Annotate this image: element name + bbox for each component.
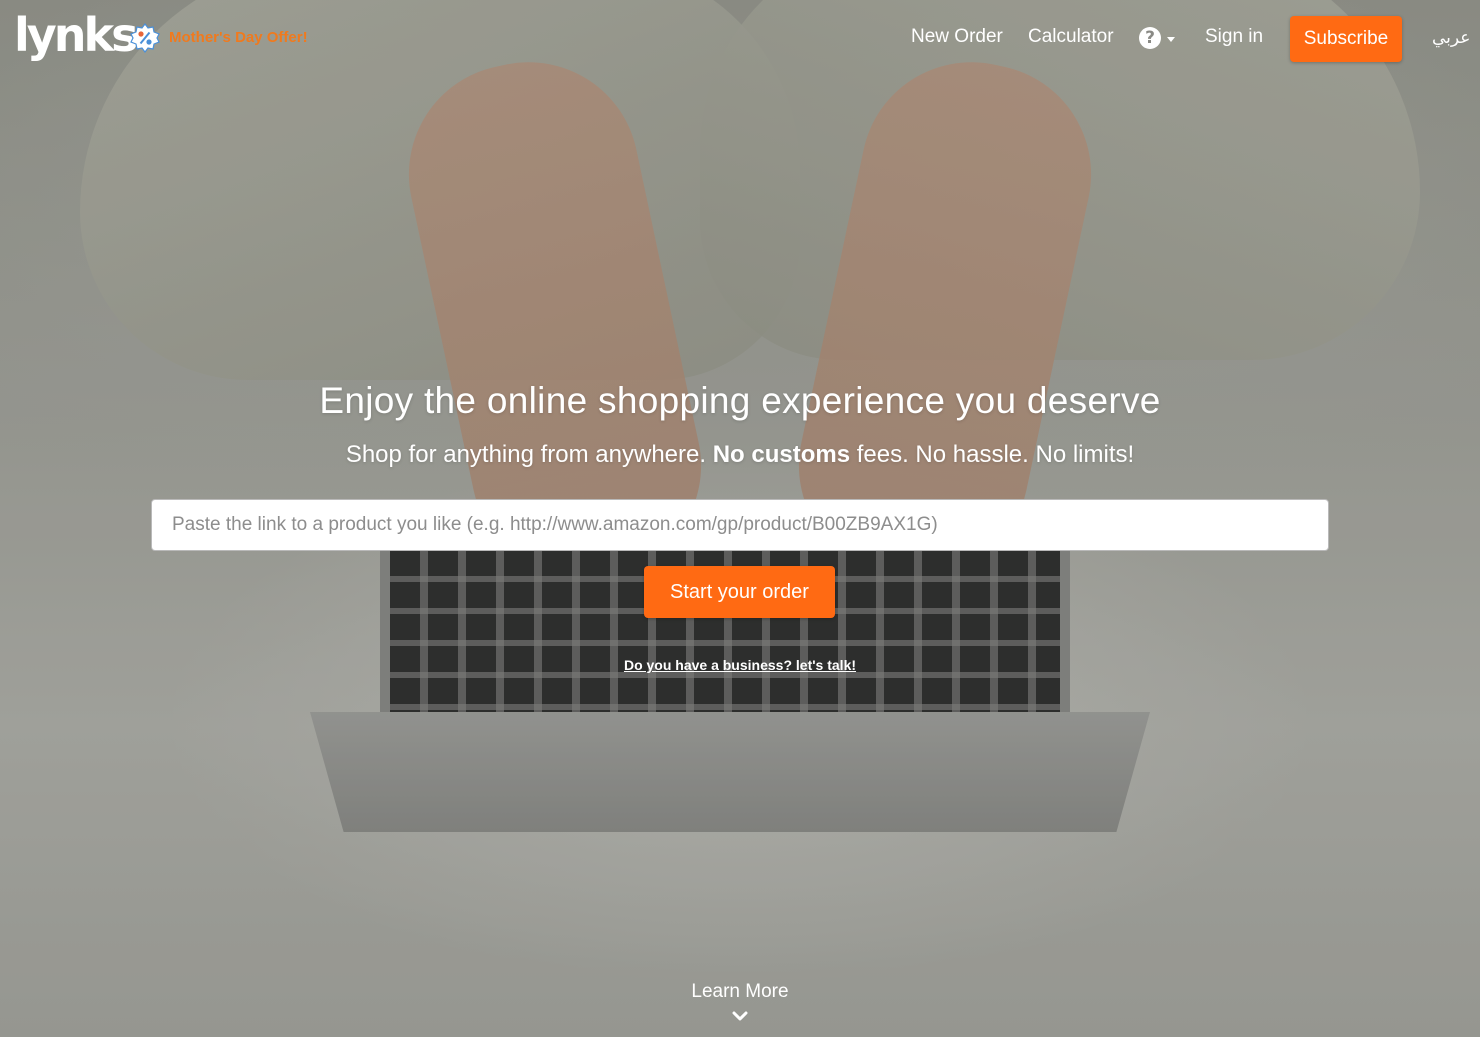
help-dropdown[interactable]: ? bbox=[1139, 27, 1175, 49]
caret-down-icon bbox=[1167, 36, 1175, 42]
subline-bold: No customs bbox=[712, 441, 851, 468]
lynks-logo[interactable]: lynks bbox=[14, 12, 138, 58]
learn-more[interactable]: Learn More bbox=[0, 981, 1480, 1027]
hero-subheadline: Shop for anything from anywhere. No cust… bbox=[0, 441, 1480, 469]
mothers-day-offer-link[interactable]: Mother's Day Offer! bbox=[169, 29, 308, 46]
language-switch-arabic[interactable]: عربي bbox=[1432, 28, 1470, 48]
subline-text-1: Shop for anything from anywhere. bbox=[345, 441, 713, 468]
nav-new-order[interactable]: New Order bbox=[911, 26, 1003, 48]
product-link-input[interactable] bbox=[151, 499, 1329, 551]
question-circle-icon: ? bbox=[1139, 27, 1161, 49]
top-navbar: lynks Mother's Day Offer! New Order Calc… bbox=[0, 0, 1480, 78]
learn-more-label: Learn More bbox=[691, 981, 789, 1002]
business-contact-row: Do you have a business? let's talk! bbox=[0, 657, 1480, 673]
subscribe-button[interactable]: Subscribe bbox=[1290, 16, 1402, 62]
chevron-down-icon bbox=[732, 1009, 748, 1021]
subline-text-2: fees. No hassle. No limits! bbox=[850, 441, 1135, 468]
nav-calculator[interactable]: Calculator bbox=[1028, 26, 1114, 48]
start-order-button[interactable]: Start your order bbox=[644, 566, 835, 618]
discount-badge-icon[interactable] bbox=[130, 23, 160, 53]
business-contact-link[interactable]: Do you have a business? let's talk! bbox=[624, 657, 856, 673]
sign-in-link[interactable]: Sign in bbox=[1205, 26, 1263, 48]
hero-headline: Enjoy the online shopping experience you… bbox=[319, 380, 1161, 421]
